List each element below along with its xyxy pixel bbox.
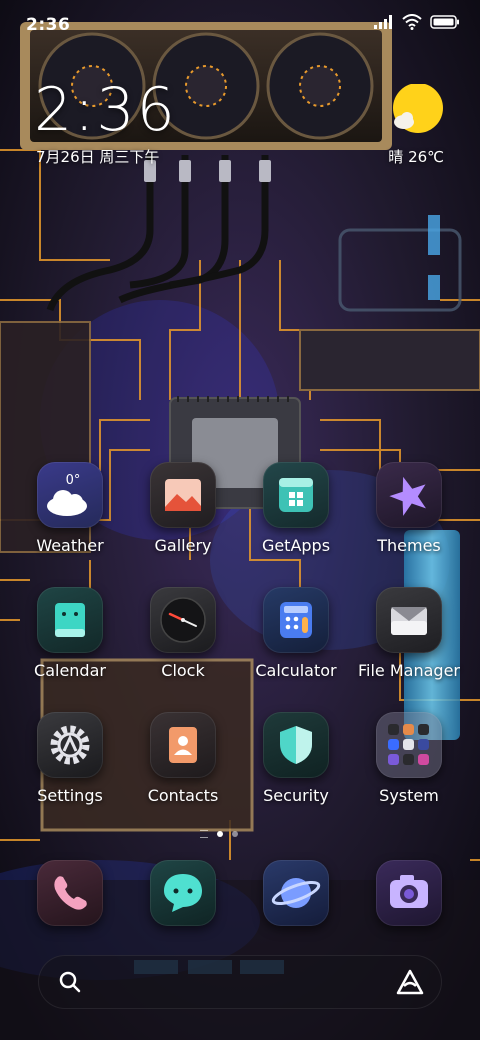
gallery-icon bbox=[150, 462, 216, 528]
phone-icon[interactable] bbox=[37, 860, 103, 926]
messages-icon[interactable] bbox=[150, 860, 216, 926]
clock-widget-date[interactable]: 7月26日 周三下午 bbox=[36, 146, 159, 167]
themes-icon bbox=[376, 462, 442, 528]
app-label: File Manager bbox=[358, 661, 460, 680]
camera-icon[interactable] bbox=[376, 860, 442, 926]
weather-widget-text[interactable]: 晴 26℃ bbox=[388, 146, 444, 167]
signal-icon bbox=[374, 15, 392, 29]
page-indicator[interactable] bbox=[200, 830, 238, 838]
calculator-icon bbox=[263, 587, 329, 653]
search-icon[interactable] bbox=[58, 970, 82, 994]
search-bar[interactable] bbox=[38, 955, 442, 1009]
app-label: Themes bbox=[377, 536, 441, 555]
app-security[interactable]: Security bbox=[240, 712, 352, 812]
browser-icon[interactable] bbox=[263, 860, 329, 926]
weather-icon: 0° bbox=[37, 462, 103, 528]
assistant-icon[interactable] bbox=[396, 969, 424, 995]
app-weather[interactable]: 0° Weather bbox=[14, 462, 126, 562]
app-getapps[interactable]: GetApps bbox=[240, 462, 352, 562]
status-icons bbox=[374, 14, 460, 30]
app-file-manager[interactable]: File Manager bbox=[353, 587, 465, 687]
file-manager-icon bbox=[376, 587, 442, 653]
page-dot-active bbox=[217, 831, 223, 837]
sunny-weather-icon[interactable] bbox=[392, 84, 444, 136]
app-themes[interactable]: Themes bbox=[353, 462, 465, 562]
clock-icon bbox=[150, 587, 216, 653]
app-label: System bbox=[379, 786, 439, 805]
menu-lines-icon bbox=[200, 830, 208, 838]
app-clock[interactable]: Clock bbox=[127, 587, 239, 687]
status-time: 2:36 bbox=[26, 15, 71, 35]
calendar-icon bbox=[37, 587, 103, 653]
app-calculator[interactable]: Calculator bbox=[240, 587, 352, 687]
app-contacts[interactable]: Contacts bbox=[127, 712, 239, 812]
system-folder-icon bbox=[376, 712, 442, 778]
app-gallery[interactable]: Gallery bbox=[127, 462, 239, 562]
status-bar: 2:36 bbox=[0, 0, 480, 50]
app-system-folder[interactable]: System bbox=[353, 712, 465, 812]
contacts-icon bbox=[150, 712, 216, 778]
security-icon bbox=[263, 712, 329, 778]
getapps-icon bbox=[263, 462, 329, 528]
app-calendar[interactable]: Calendar bbox=[14, 587, 126, 687]
app-settings[interactable]: Settings bbox=[14, 712, 126, 812]
page-dot bbox=[232, 831, 238, 837]
settings-icon bbox=[37, 712, 103, 778]
clock-widget-time[interactable]: 2:36 bbox=[34, 78, 177, 142]
wifi-icon bbox=[402, 14, 422, 30]
battery-icon bbox=[430, 15, 459, 29]
weather-icon-badge: 0° bbox=[66, 473, 81, 488]
